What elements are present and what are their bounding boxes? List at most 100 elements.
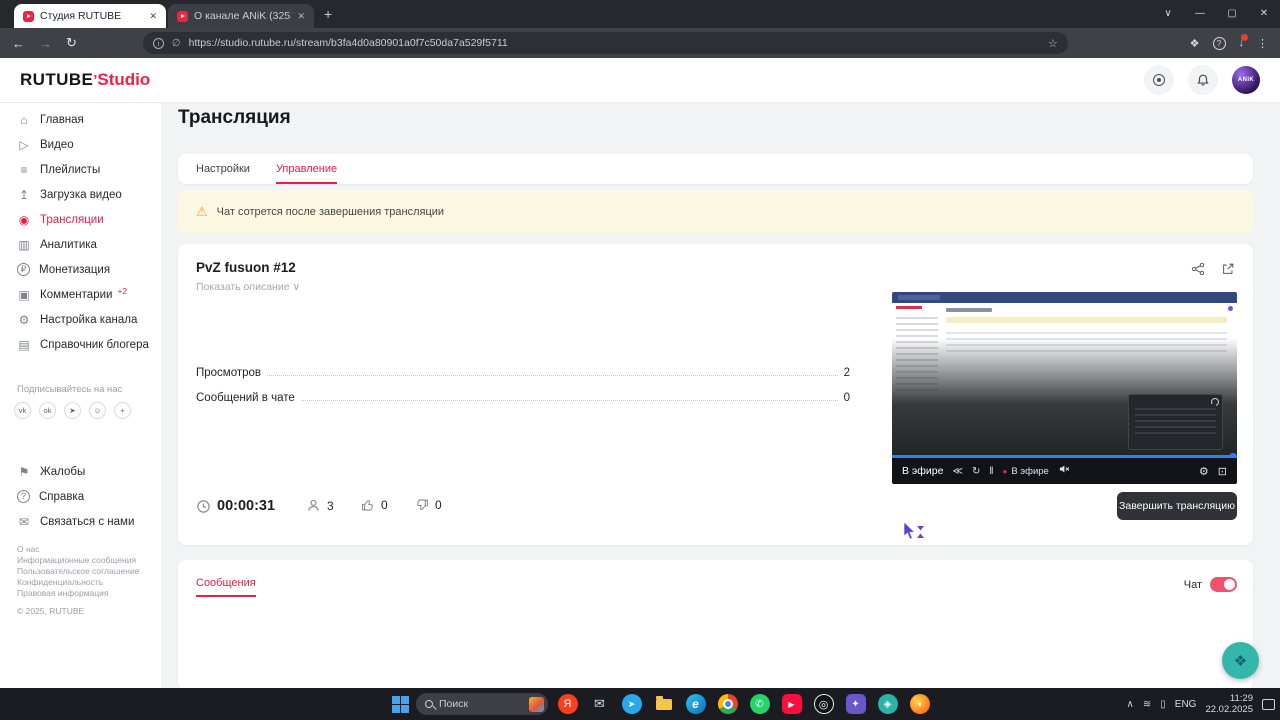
rutube-favicon — [177, 10, 188, 22]
sidebar-item-upload[interactable]: ↥ Загрузка видео — [0, 182, 161, 207]
tray-chevron-up-icon[interactable]: ∧ — [1127, 699, 1134, 710]
comments-icon: ▣ — [18, 287, 30, 302]
share-icon[interactable] — [1191, 262, 1205, 281]
dzen-icon[interactable]: ☺ — [89, 402, 106, 419]
url-bar[interactable]: i ∅ https://studio.rutube.ru/stream/b3fa… — [142, 32, 1068, 54]
user-avatar[interactable]: ANiK — [1232, 66, 1260, 94]
sidebar-footer: О нас Информационные сообщения Пользоват… — [17, 544, 155, 617]
main-content: Трансляция Настройки Управление ⚠ Чат со… — [161, 103, 1280, 690]
dotted-leader — [267, 375, 838, 376]
maximize-window-icon[interactable]: ▢ — [1216, 0, 1248, 28]
fullscreen-icon[interactable]: ⊡ — [1218, 465, 1227, 478]
show-description-toggle[interactable]: Показать описание ∨ — [196, 281, 300, 293]
browser-menu-kebab-icon[interactable]: ⋮ — [1257, 37, 1268, 50]
downloads-icon[interactable]: ↓ — [1239, 34, 1248, 49]
stat-value: 2 — [843, 367, 850, 379]
record-icon — [1153, 74, 1165, 86]
stream-preview-player[interactable]: В эфире ≪ ↻ ‖ ● В эфире ⚙ ⊡ — [892, 292, 1237, 484]
replay-icon[interactable]: ↻ — [972, 466, 980, 477]
sidebar-item-label: Связаться с нами — [40, 515, 135, 528]
taskbar-app-teal[interactable]: ◈ — [875, 691, 900, 717]
vk-icon[interactable]: vk — [14, 402, 31, 419]
create-stream-button[interactable] — [1144, 65, 1174, 95]
site-info-icon[interactable]: i — [152, 37, 164, 49]
language-indicator[interactable]: ENG — [1175, 699, 1197, 710]
footer-link-about[interactable]: О нас — [17, 544, 155, 555]
sidebar-item-contact[interactable]: ✉ Связаться с нами — [0, 509, 161, 534]
taskbar-app-chrome[interactable] — [715, 691, 740, 717]
sidebar-item-streams[interactable]: ◉ Трансляции — [0, 207, 161, 232]
tab-title: О канале ANiK (32532702) на Р — [194, 10, 291, 22]
help-icon[interactable]: ? — [1212, 36, 1226, 50]
tab-messages[interactable]: Сообщения — [196, 577, 256, 597]
notification-center-icon[interactable] — [1262, 698, 1275, 710]
sidebar-item-analytics[interactable]: ▥ Аналитика — [0, 232, 161, 257]
tab-settings[interactable]: Настройки — [196, 154, 250, 184]
taskbar-app-edge[interactable]: e — [683, 691, 708, 717]
stream-dislikes[interactable]: 0 — [415, 498, 442, 512]
toolbar-right-icons: ❖ ? ↓ ⋮ — [1190, 34, 1268, 50]
close-tab-icon[interactable]: ✕ — [149, 11, 157, 22]
browser-tab-studio[interactable]: Студия RUTUBE ✕ — [14, 4, 166, 28]
refresh-icon[interactable]: ↻ — [66, 35, 77, 51]
more-socials-icon[interactable]: + — [114, 402, 131, 419]
close-window-icon[interactable]: ✕ — [1248, 0, 1280, 28]
taskbar-clock[interactable]: 11:29 22.02.2025 — [1205, 693, 1253, 715]
preview-browser-bar — [892, 292, 1237, 303]
taskbar-app-rutube[interactable]: ▶ — [779, 691, 804, 717]
stream-likes[interactable]: 0 — [361, 498, 388, 512]
tab-list-chevron-icon[interactable]: ∨ — [1152, 0, 1184, 28]
sidebar-item-blogger-guide[interactable]: ▤ Справочник блогера — [0, 332, 161, 357]
tab-management[interactable]: Управление — [275, 154, 338, 184]
stream-tabs: Настройки Управление — [178, 154, 1253, 184]
sidebar-item-monetization[interactable]: ₽ Монетизация — [0, 257, 161, 282]
pause-icon[interactable]: ‖ — [989, 466, 993, 477]
close-tab-icon[interactable]: ✕ — [297, 11, 305, 22]
browser-tab-channel[interactable]: О канале ANiK (32532702) на Р ✕ — [168, 4, 314, 28]
skip-back-icon[interactable]: ≪ — [952, 466, 962, 477]
telegram-icon[interactable]: ➤ — [64, 402, 81, 419]
taskbar-app-obs[interactable]: ◎ — [811, 691, 836, 717]
sidebar-item-complaints[interactable]: ⚑ Жалобы — [0, 459, 161, 484]
taskbar-app-purple[interactable]: ✦ — [843, 691, 868, 717]
sidebar-item-playlists[interactable]: ≡ Плейлисты — [0, 157, 161, 182]
taskbar-app-mail[interactable]: ✉ — [587, 691, 612, 717]
player-settings-gear-icon[interactable]: ⚙ — [1199, 465, 1209, 478]
feedback-widget-button[interactable]: ❖ — [1222, 642, 1259, 679]
sidebar-item-comments[interactable]: ▣ Комментарии +2 — [0, 282, 161, 307]
footer-link-privacy[interactable]: Конфиденциальность — [17, 577, 155, 588]
bookmark-star-icon[interactable]: ☆ — [1048, 37, 1058, 50]
wifi-icon[interactable]: ≋ — [1143, 699, 1151, 710]
taskbar-app-firefox[interactable]: ◖ — [907, 691, 932, 717]
sidebar-item-video[interactable]: ▷ Видео — [0, 132, 161, 157]
back-icon[interactable]: ← — [12, 36, 25, 51]
playlist-icon: ≡ — [20, 162, 28, 177]
notifications-button[interactable] — [1188, 65, 1218, 95]
footer-link-legal[interactable]: Правовая информация — [17, 588, 155, 599]
taskbar-app-yandex[interactable]: Я — [555, 691, 580, 717]
footer-link-terms[interactable]: Пользовательское соглашение — [17, 566, 155, 577]
search-placeholder: Поиск — [439, 698, 469, 710]
forward-icon[interactable]: → — [39, 36, 52, 51]
new-tab-button[interactable]: + — [324, 6, 332, 22]
viewers-icon — [308, 499, 319, 511]
tab-muted-icon[interactable]: ∅ — [172, 38, 181, 49]
external-link-icon[interactable] — [1221, 262, 1235, 281]
rutube-studio-logo[interactable]: RUTUBE ’ Studio — [20, 70, 150, 90]
muted-speaker-icon[interactable] — [1058, 462, 1070, 480]
taskbar-app-whatsapp[interactable]: ✆ — [747, 691, 772, 717]
sidebar-item-help[interactable]: ? Справка — [0, 484, 161, 509]
taskbar-app-explorer[interactable] — [651, 691, 676, 717]
ok-icon[interactable]: ok — [39, 402, 56, 419]
taskbar-app-telegram[interactable]: ➤ — [619, 691, 644, 717]
footer-link-info[interactable]: Информационные сообщения — [17, 555, 155, 566]
end-stream-button[interactable]: Завершить трансляцию — [1117, 492, 1237, 520]
start-button[interactable] — [392, 695, 409, 713]
taskbar-search[interactable]: Поиск — [416, 693, 548, 715]
chat-toggle[interactable] — [1210, 577, 1237, 592]
minimize-window-icon[interactable]: — — [1184, 0, 1216, 28]
sidebar-item-home[interactable]: ⌂ Главная — [0, 107, 161, 132]
extensions-icon[interactable]: ❖ — [1190, 37, 1200, 50]
battery-icon[interactable]: ▯ — [1160, 699, 1166, 710]
sidebar-item-channel-settings[interactable]: ⚙ Настройка канала — [0, 307, 161, 332]
